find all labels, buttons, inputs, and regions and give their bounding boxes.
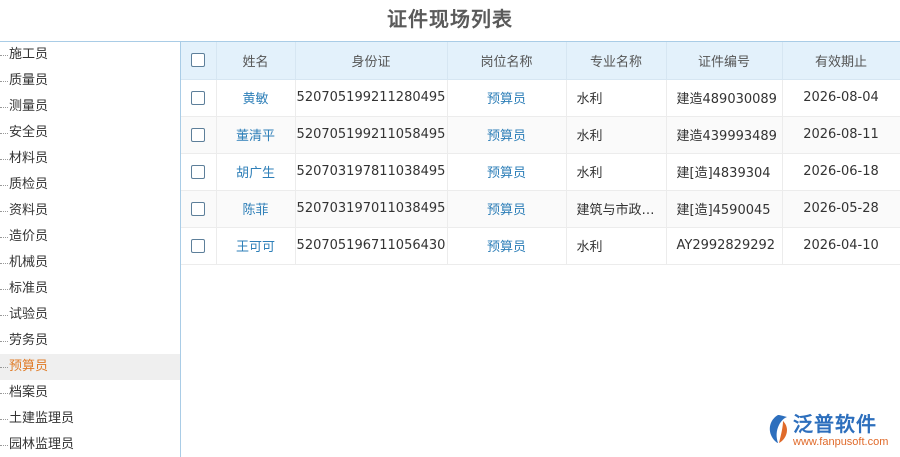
cell-position: 预算员 (447, 79, 567, 117)
table-row[interactable]: 陈菲 520703197011038495 预算员 建筑与市政… 建[造]4590045… (181, 190, 900, 228)
row-checkbox[interactable] (191, 201, 206, 216)
cell-name: 董清平 (216, 116, 296, 154)
sidebar-item[interactable]: 园林监理员 (0, 432, 180, 457)
cell-name: 陈菲 (216, 190, 296, 228)
page-title: 证件现场列表 (387, 7, 513, 31)
cell-name: 黄敏 (216, 79, 296, 117)
sidebar-item[interactable]: 预算员 (0, 354, 180, 380)
cell-name-link[interactable]: 董清平 (236, 129, 275, 144)
cell-position: 预算员 (447, 116, 567, 154)
sidebar-item[interactable]: 档案员 (0, 380, 180, 406)
cell-name-link[interactable]: 黄敏 (242, 92, 268, 107)
sidebar-item[interactable]: 测量员 (0, 94, 180, 120)
cell-valid-until: 2026-05-28 (782, 190, 900, 228)
fanpu-logo-icon (769, 415, 787, 443)
cell-position-link[interactable]: 预算员 (487, 92, 526, 107)
row-select-cell[interactable] (181, 153, 217, 191)
column-header-position[interactable]: 岗位名称 (447, 42, 567, 80)
cell-cert-no: 建造489030089 (666, 79, 783, 117)
column-header-name[interactable]: 姓名 (216, 42, 296, 80)
row-select-cell[interactable] (181, 190, 217, 228)
cell-valid-until: 2026-04-10 (782, 227, 900, 265)
row-select-cell[interactable] (181, 227, 217, 265)
row-checkbox[interactable] (191, 127, 206, 142)
cell-position-link[interactable]: 预算员 (487, 203, 526, 218)
cell-position: 预算员 (447, 153, 567, 191)
sidebar-item[interactable]: 资料员 (0, 198, 180, 224)
table-row[interactable]: 董清平 520705199211058495 预算员 水利 建造439993489 202… (181, 116, 900, 154)
select-all-cell[interactable] (181, 42, 217, 80)
brand-name: 泛普软件 (793, 412, 877, 436)
row-checkbox[interactable] (191, 90, 206, 105)
cell-name-link[interactable]: 王可可 (236, 240, 275, 255)
row-select-cell[interactable] (181, 79, 217, 117)
column-header-valid-until[interactable]: 有效期止 (782, 42, 900, 80)
cert-table: 姓名 身份证 岗位名称 专业名称 证件编号 有效期止 黄敏 52070519921… (181, 42, 900, 265)
cell-cert-no: 建造439993489 (666, 116, 783, 154)
cell-position-link[interactable]: 预算员 (487, 166, 526, 181)
main-frame: 施工员 质量员 测量员 安全员 材料员 质检员 资料员 造价员 机械员 标准员 试验员 劳务员 预算员档… (0, 41, 900, 457)
cell-valid-until: 2026-06-18 (782, 153, 900, 191)
cell-major: 水利 (566, 79, 667, 117)
row-checkbox[interactable] (191, 238, 206, 253)
select-all-checkbox[interactable] (191, 53, 206, 68)
sidebar-item[interactable]: 施工员 (0, 42, 180, 68)
cell-major: 建筑与市政… (566, 190, 667, 228)
cell-major: 水利 (566, 153, 667, 191)
brand-url: www.fanpusoft.com (793, 436, 889, 448)
cell-id-number: 520703197811038495 (295, 153, 448, 191)
sidebar-item[interactable]: 标准员 (0, 276, 180, 302)
cell-valid-until: 2026-08-11 (782, 116, 900, 154)
cell-valid-until: 2026-08-04 (782, 79, 900, 117)
cell-cert-no: 建[造]4590045 (666, 190, 783, 228)
sidebar-item[interactable]: 土建监理员 (0, 406, 180, 432)
cell-cert-no: AY2992829292 (666, 227, 783, 265)
cell-name: 王可可 (216, 227, 296, 265)
column-header-major[interactable]: 专业名称 (566, 42, 667, 80)
sidebar: 施工员 质量员 测量员 安全员 材料员 质检员 资料员 造价员 机械员 标准员 试验员 劳务员 预算员档… (0, 42, 181, 457)
sidebar-item[interactable]: 安全员 (0, 120, 180, 146)
table-row[interactable]: 黄敏 520705199211280495 预算员 水利 建造489030089 2026… (181, 79, 900, 117)
cell-major: 水利 (566, 227, 667, 265)
cell-position-link[interactable]: 预算员 (487, 129, 526, 144)
cell-position: 预算员 (447, 227, 567, 265)
sidebar-item[interactable]: 试验员 (0, 302, 180, 328)
column-header-cert-no[interactable]: 证件编号 (666, 42, 783, 80)
cell-position: 预算员 (447, 190, 567, 228)
sidebar-item[interactable]: 材料员 (0, 146, 180, 172)
cell-position-link[interactable]: 预算员 (487, 240, 526, 255)
cell-name-link[interactable]: 胡广生 (236, 166, 275, 181)
cell-name: 胡广生 (216, 153, 296, 191)
sidebar-item[interactable]: 机械员 (0, 250, 180, 276)
table-header-row: 姓名 身份证 岗位名称 专业名称 证件编号 有效期止 (181, 42, 900, 80)
column-header-id-number[interactable]: 身份证 (295, 42, 448, 80)
sidebar-item[interactable]: 质检员 (0, 172, 180, 198)
sidebar-item[interactable]: 劳务员 (0, 328, 180, 354)
sidebar-item[interactable]: 造价员 (0, 224, 180, 250)
cell-id-number: 520705199211058495 (295, 116, 448, 154)
cell-id-number: 520705199211280495 (295, 79, 448, 117)
sidebar-item[interactable]: 质量员 (0, 68, 180, 94)
cell-major: 水利 (566, 116, 667, 154)
brand-logo: 泛普软件 www.fanpusoft.com (765, 411, 890, 451)
table-row[interactable]: 王可可 520705196711056430 预算员 水利 AY2992829292 20… (181, 227, 900, 265)
cell-cert-no: 建[造]4839304 (666, 153, 783, 191)
cell-name-link[interactable]: 陈菲 (242, 203, 268, 218)
row-select-cell[interactable] (181, 116, 217, 154)
cell-id-number: 520703197011038495 (295, 190, 448, 228)
cell-id-number: 520705196711056430 (295, 227, 448, 265)
cert-table-container: 姓名 身份证 岗位名称 专业名称 证件编号 有效期止 黄敏 52070519921… (181, 42, 900, 457)
row-checkbox[interactable] (191, 164, 206, 179)
table-row[interactable]: 胡广生 520703197811038495 预算员 水利 建[造]4839304 202… (181, 153, 900, 191)
